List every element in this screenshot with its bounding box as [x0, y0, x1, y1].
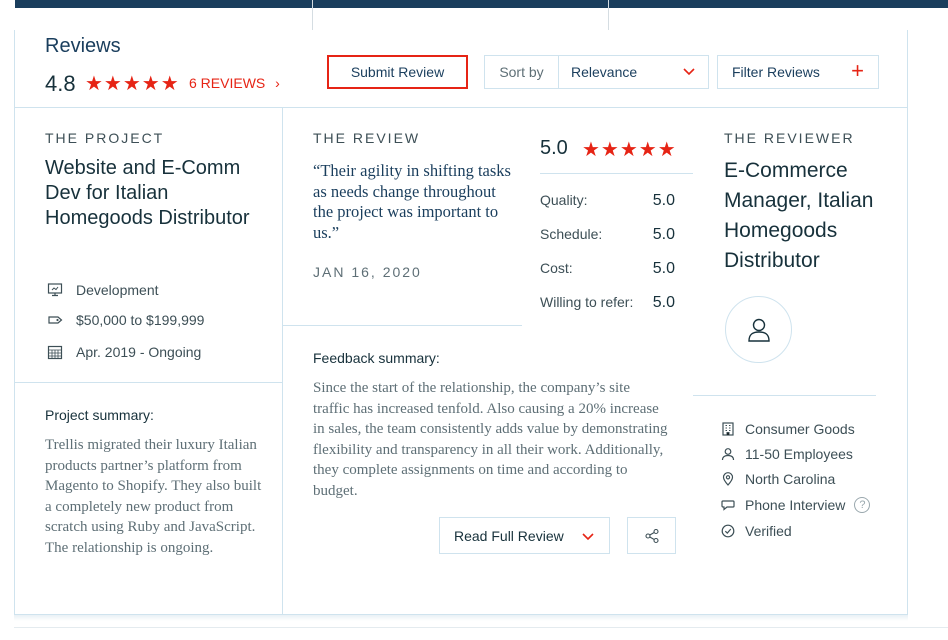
- reviewer-verified-text: Verified: [745, 523, 792, 539]
- card-shadow: [14, 615, 908, 621]
- development-icon: [47, 283, 63, 297]
- score-cost: Cost: 5.0: [540, 260, 675, 278]
- sort-value: Relevance: [571, 64, 638, 80]
- overall-rating: 4.8: [45, 71, 76, 96]
- share-icon: [644, 528, 659, 543]
- score-quality: Quality: 5.0: [540, 192, 675, 210]
- feedback-summary-heading: Feedback summary:: [313, 350, 440, 366]
- sort-select[interactable]: Relevance: [559, 56, 708, 88]
- read-full-review-label: Read Full Review: [454, 527, 564, 544]
- reviews-heading: Reviews: [45, 35, 121, 57]
- reviewer-industry-text: Consumer Goods: [745, 421, 855, 437]
- reviewer-divider: [693, 395, 876, 396]
- sort-dropdown[interactable]: Sort by Relevance: [484, 55, 709, 89]
- score-value: 5.0: [652, 260, 675, 277]
- chat-bubble-icon: [721, 500, 735, 511]
- project-budget-text: $50,000 to $199,999: [76, 312, 205, 328]
- reviewer-interview-type: Phone Interview ?: [721, 497, 871, 513]
- building-icon: [722, 422, 734, 436]
- user-avatar-icon: [747, 318, 770, 342]
- project-section-label: THE PROJECT: [45, 130, 165, 146]
- filter-reviews-label: Filter Reviews: [732, 64, 820, 80]
- reviewer-interview-type-text: Phone Interview: [745, 497, 846, 513]
- review-overall-score: 5.0: [540, 137, 568, 159]
- reviewer-location: North Carolina: [721, 471, 835, 487]
- card-header-divider: [14, 107, 908, 108]
- top-nav-divider: [312, 0, 313, 30]
- project-category-text: Development: [76, 282, 159, 298]
- project-divider: [14, 382, 282, 383]
- score-schedule: Schedule: 5.0: [540, 226, 675, 244]
- calendar-icon: [47, 345, 63, 360]
- reviewer-company-size: 11-50 Employees: [721, 446, 853, 462]
- project-title: Website and E-Comm Dev for Italian Homeg…: [45, 157, 250, 229]
- score-willing-to-refer: Willing to refer: 5.0: [540, 294, 675, 312]
- reviews-count-link[interactable]: 6 REVIEWS ›: [189, 75, 280, 91]
- budget-tag-icon: [48, 316, 63, 324]
- submit-review-button[interactable]: Submit Review: [327, 55, 468, 89]
- review-quote: “Their agility in shifting tasks as need…: [313, 161, 511, 242]
- person-icon: [721, 448, 735, 461]
- reviewer-industry: Consumer Goods: [721, 421, 855, 437]
- sort-label: Sort by: [485, 56, 559, 88]
- reviewer-title: E-Commerce Manager, Italian Homegoods Di…: [724, 159, 874, 272]
- filter-reviews-button[interactable]: Filter Reviews +: [717, 55, 879, 89]
- score-value: 5.0: [652, 192, 675, 209]
- reviewer-verified: Verified: [721, 523, 792, 539]
- score-value: 5.0: [652, 226, 675, 243]
- project-category: Development: [47, 282, 159, 298]
- project-summary-heading: Project summary:: [45, 407, 154, 423]
- project-summary-text: Trellis migrated their luxury Italian pr…: [45, 437, 262, 556]
- chevron-down-icon: [582, 533, 594, 541]
- column-divider: [282, 108, 283, 615]
- quote-divider: [282, 325, 522, 326]
- score-label: Schedule:: [540, 226, 603, 242]
- chevron-right-icon: ›: [275, 75, 280, 91]
- top-nav-divider: [608, 0, 609, 30]
- location-pin-icon: [722, 472, 734, 486]
- avatar: [725, 296, 792, 363]
- reviewer-location-text: North Carolina: [745, 471, 836, 487]
- review-date: JAN 16, 2020: [313, 264, 422, 280]
- review-stars: ★★★★★: [582, 139, 677, 161]
- check-circle-icon: [721, 524, 735, 538]
- score-value: 5.0: [652, 294, 675, 311]
- share-button[interactable]: [627, 517, 676, 554]
- help-icon[interactable]: ?: [854, 497, 871, 513]
- next-card-edge: [14, 627, 948, 628]
- reviewer-company-size-text: 11-50 Employees: [745, 446, 853, 462]
- score-label: Willing to refer:: [540, 294, 634, 310]
- project-dates-text: Apr. 2019 - Ongoing: [76, 344, 202, 360]
- project-dates: Apr. 2019 - Ongoing: [47, 344, 201, 360]
- review-section-label: THE REVIEW: [313, 130, 421, 146]
- score-label: Quality:: [540, 192, 588, 208]
- score-divider: [540, 173, 693, 174]
- reviews-count-label: 6 REVIEWS: [189, 75, 266, 91]
- top-nav-bar: [15, 0, 948, 30]
- feedback-summary-text: Since the start of the relationship, the…: [313, 380, 668, 499]
- overall-stars: ★★★★★: [85, 73, 180, 95]
- reviewer-section-label: THE REVIEWER: [724, 130, 855, 146]
- project-budget: $50,000 to $199,999: [47, 312, 204, 328]
- read-full-review-button[interactable]: Read Full Review: [439, 517, 610, 554]
- plus-icon: +: [851, 58, 864, 83]
- chevron-down-icon: [683, 68, 695, 76]
- score-label: Cost:: [540, 260, 573, 276]
